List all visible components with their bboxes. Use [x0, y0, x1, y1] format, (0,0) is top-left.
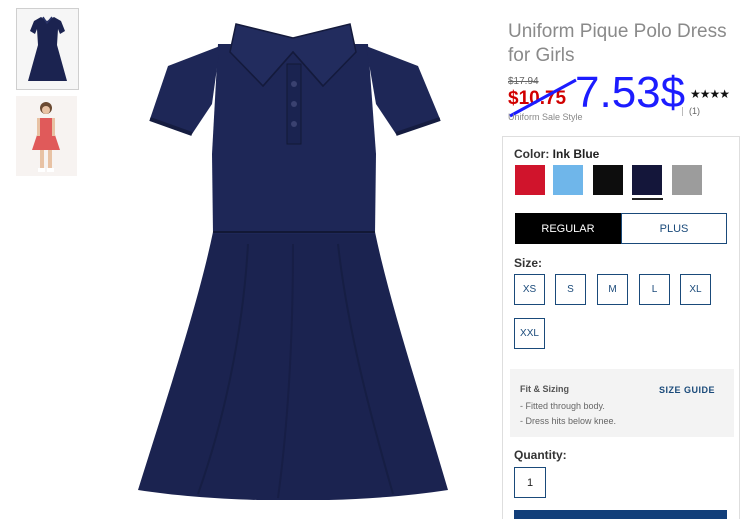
size-guide-link[interactable]: SIZE GUIDE: [659, 385, 715, 395]
quantity-input[interactable]: 1: [514, 467, 546, 498]
review-count-line[interactable]: (1): [676, 106, 700, 117]
size-xs-button[interactable]: XS: [514, 274, 545, 305]
fit-plus-button[interactable]: PLUS: [621, 213, 727, 244]
original-price: $17.94: [508, 76, 539, 87]
size-m-button[interactable]: M: [597, 274, 628, 305]
swatch-ink-blue[interactable]: [632, 165, 662, 195]
color-label-prefix: Color:: [514, 147, 550, 161]
product-title: Uniform Pique Polo Dress for Girls: [508, 21, 727, 66]
size-l-button[interactable]: L: [639, 274, 670, 305]
size-s-button[interactable]: S: [555, 274, 586, 305]
dress-thumbnail-image: [17, 9, 78, 89]
size-xxl-button[interactable]: XXL: [514, 318, 545, 349]
quantity-label: Quantity:: [514, 448, 567, 462]
product-main-image: [138, 23, 448, 500]
swatch-black[interactable]: [593, 165, 623, 195]
thumbnail-dress[interactable]: [16, 8, 79, 90]
model-thumbnail-image: [16, 96, 77, 176]
size-label: Size:: [514, 256, 543, 270]
sale-style-label: Uniform Sale Style: [508, 112, 583, 122]
selected-swatch-indicator: [632, 198, 663, 200]
review-count[interactable]: (1): [689, 106, 700, 116]
selected-color-name: Ink Blue: [552, 147, 600, 161]
fit-note-1: - Fitted through body.: [520, 401, 605, 411]
swatch-heather-gray[interactable]: [672, 165, 702, 195]
swatch-light-blue[interactable]: [553, 165, 583, 195]
rating-stars[interactable]: ★★★★: [690, 87, 730, 101]
fit-regular-button[interactable]: REGULAR: [515, 213, 621, 244]
add-to-bag-button[interactable]: [514, 510, 727, 519]
overlay-price: 7.53$: [575, 68, 686, 117]
color-label: Color: Ink Blue: [514, 147, 599, 161]
fit-note-2: - Dress hits below knee.: [520, 416, 617, 426]
review-separator: [682, 107, 683, 117]
fit-sizing-title: Fit & Sizing: [520, 384, 569, 394]
swatch-red[interactable]: [515, 165, 545, 195]
size-xl-button[interactable]: XL: [680, 274, 711, 305]
thumbnail-model[interactable]: [16, 96, 77, 176]
sale-price: $10.75: [508, 88, 567, 109]
